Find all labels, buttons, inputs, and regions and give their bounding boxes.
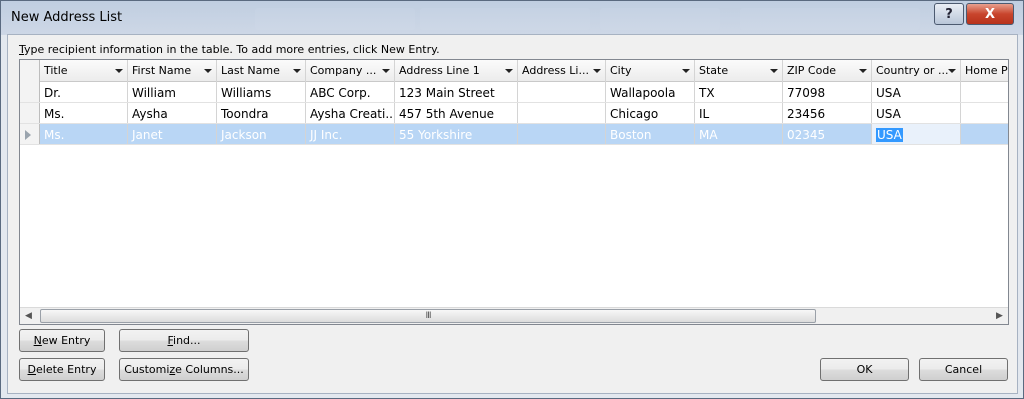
cell-country[interactable]: USA <box>872 82 961 102</box>
scroll-grip-icon: III <box>425 311 432 321</box>
cell-last-name[interactable]: Toondra <box>217 103 306 123</box>
dropdown-arrow-icon[interactable] <box>115 69 123 73</box>
column-header-home-phone[interactable]: Home Ph <box>961 60 1008 82</box>
dropdown-arrow-icon[interactable] <box>859 69 867 73</box>
row-header[interactable] <box>20 82 40 102</box>
instruction-text: Type recipient information in the table.… <box>19 43 440 56</box>
scroll-left-button[interactable]: ◀ <box>20 308 37 324</box>
cell-address-line-2[interactable] <box>518 124 606 144</box>
new-address-list-dialog: New Address List ? X Type recipient info… <box>0 0 1024 399</box>
cell-first-name[interactable]: Aysha <box>128 103 217 123</box>
cell-first-name[interactable]: Janet <box>128 124 217 144</box>
dialog-client-area: Type recipient information in the table.… <box>7 34 1018 394</box>
column-header-state[interactable]: State <box>695 60 783 82</box>
cell-zip-code[interactable]: 23456 <box>783 103 872 123</box>
scroll-thumb[interactable]: III <box>40 309 816 323</box>
cell-address-line-1[interactable]: 457 5th Avenue <box>395 103 518 123</box>
scroll-right-button[interactable]: ▶ <box>991 308 1008 324</box>
table-row-selected[interactable]: Ms. Janet Jackson JJ Inc. 55 Yorkshire B… <box>20 124 1008 145</box>
customize-columns-button[interactable]: Customize Columns... <box>119 358 249 381</box>
table-row[interactable]: Dr. William Williams ABC Corp. 123 Main … <box>20 82 1008 103</box>
dropdown-arrow-icon[interactable] <box>770 69 778 73</box>
column-header-city[interactable]: City <box>606 60 695 82</box>
scroll-right-icon: ▶ <box>996 311 1003 321</box>
column-header-title[interactable]: Title <box>40 60 128 82</box>
cell-state[interactable]: IL <box>695 103 783 123</box>
horizontal-scrollbar[interactable]: ◀ III ▶ <box>20 307 1008 324</box>
cell-last-name[interactable]: Williams <box>217 82 306 102</box>
cell-home-phone[interactable] <box>961 82 1008 102</box>
cell-state[interactable]: MA <box>695 124 783 144</box>
cell-title[interactable]: Dr. <box>40 82 128 102</box>
dropdown-arrow-icon[interactable] <box>382 69 390 73</box>
cell-home-phone[interactable] <box>961 124 1008 144</box>
cell-first-name[interactable]: William <box>128 82 217 102</box>
cell-country-editor[interactable]: USA <box>876 128 903 142</box>
cell-address-line-2[interactable] <box>518 82 606 102</box>
cell-company[interactable]: ABC Corp. <box>306 82 395 102</box>
cell-country[interactable]: USA <box>872 103 961 123</box>
find-button[interactable]: Find... <box>119 329 249 352</box>
customize-columns-label: Customize Columns... <box>124 363 244 376</box>
dialog-title: New Address List <box>11 10 123 25</box>
dropdown-arrow-icon[interactable] <box>682 69 690 73</box>
cell-company[interactable]: JJ Inc. <box>306 124 395 144</box>
delete-entry-button[interactable]: Delete Entry <box>19 358 105 381</box>
cell-country-active[interactable]: USA <box>872 124 961 144</box>
ok-button[interactable]: OK <box>820 358 909 381</box>
close-icon: X <box>984 6 996 22</box>
help-icon: ? <box>945 6 953 22</box>
dropdown-arrow-icon[interactable] <box>505 69 513 73</box>
dropdown-arrow-icon[interactable] <box>948 69 956 73</box>
cell-title[interactable]: Ms. <box>40 103 128 123</box>
cell-address-line-1[interactable]: 55 Yorkshire <box>395 124 518 144</box>
title-bar[interactable]: New Address List ? X <box>1 1 1023 35</box>
corner-header <box>20 60 40 82</box>
column-header-address-line-2[interactable]: Address Li... <box>518 60 606 82</box>
row-pointer-icon <box>25 130 31 140</box>
cell-address-line-1[interactable]: 123 Main Street <box>395 82 518 102</box>
cell-title[interactable]: Ms. <box>40 124 128 144</box>
column-header-first-name[interactable]: First Name <box>128 60 217 82</box>
cell-zip-code[interactable]: 02345 <box>783 124 872 144</box>
cell-city[interactable]: Boston <box>606 124 695 144</box>
table-header: Title First Name Last Name Company ... A… <box>20 60 1008 82</box>
column-header-zip-code[interactable]: ZIP Code <box>783 60 872 82</box>
dropdown-arrow-icon[interactable] <box>204 69 212 73</box>
column-header-last-name[interactable]: Last Name <box>217 60 306 82</box>
column-header-address-line-1[interactable]: Address Line 1 <box>395 60 518 82</box>
new-entry-label: New Entry <box>33 334 91 347</box>
close-button[interactable]: X <box>966 3 1014 25</box>
address-table[interactable]: Title First Name Last Name Company ... A… <box>19 59 1009 325</box>
scroll-left-icon: ◀ <box>25 311 32 321</box>
dropdown-arrow-icon[interactable] <box>593 69 601 73</box>
row-header[interactable] <box>20 103 40 123</box>
table-row[interactable]: Ms. Aysha Toondra Aysha Creati... 457 5t… <box>20 103 1008 124</box>
column-header-company[interactable]: Company ... <box>306 60 395 82</box>
help-button[interactable]: ? <box>934 3 964 25</box>
cell-last-name[interactable]: Jackson <box>217 124 306 144</box>
column-header-country[interactable]: Country or ... <box>872 60 961 82</box>
cell-company[interactable]: Aysha Creati... <box>306 103 395 123</box>
find-label: Find... <box>167 334 201 347</box>
cancel-button[interactable]: Cancel <box>919 358 1008 381</box>
delete-entry-label: Delete Entry <box>27 363 97 376</box>
cell-city[interactable]: Chicago <box>606 103 695 123</box>
cell-address-line-2[interactable] <box>518 103 606 123</box>
cell-city[interactable]: Wallapoola <box>606 82 695 102</box>
dropdown-arrow-icon[interactable] <box>293 69 301 73</box>
cell-state[interactable]: TX <box>695 82 783 102</box>
cell-home-phone[interactable] <box>961 103 1008 123</box>
new-entry-button[interactable]: New Entry <box>19 329 105 352</box>
cell-zip-code[interactable]: 77098 <box>783 82 872 102</box>
row-header[interactable] <box>20 124 40 144</box>
